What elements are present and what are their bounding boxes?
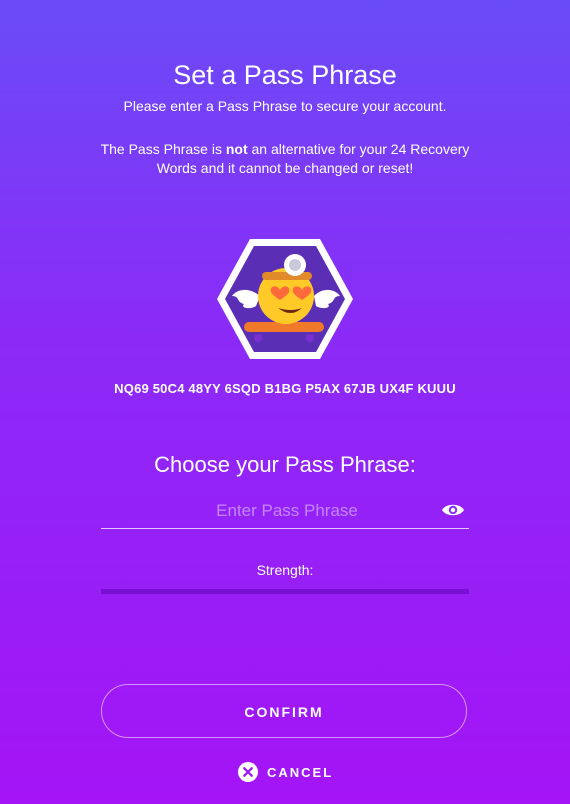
account-address: NQ69 50C4 48YY 6SQD B1BG P5AX 67JB UX4F … <box>114 381 456 396</box>
recovery-warning: The Pass Phrase is not an alternative fo… <box>80 140 490 178</box>
page-subtitle: Please enter a Pass Phrase to secure you… <box>123 98 447 114</box>
passphrase-input[interactable] <box>101 495 473 527</box>
flying-skateboard-emoji-avatar-icon <box>217 239 353 359</box>
passphrase-heading: Choose your Pass Phrase: <box>154 452 416 477</box>
account-avatar <box>214 236 356 362</box>
strength-meter <box>101 589 469 594</box>
close-circle-icon <box>238 762 258 782</box>
passphrase-field <box>101 495 473 529</box>
page-title: Set a Pass Phrase <box>173 60 397 90</box>
cancel-button[interactable]: CANCEL <box>238 762 333 782</box>
warning-prefix: The Pass Phrase is <box>100 141 226 157</box>
confirm-button[interactable]: CONFIRM <box>101 684 467 738</box>
warning-emphasis: not <box>225 141 248 157</box>
strength-label: Strength: <box>256 562 314 578</box>
eye-icon[interactable] <box>441 501 465 519</box>
cancel-label: CANCEL <box>267 764 334 780</box>
